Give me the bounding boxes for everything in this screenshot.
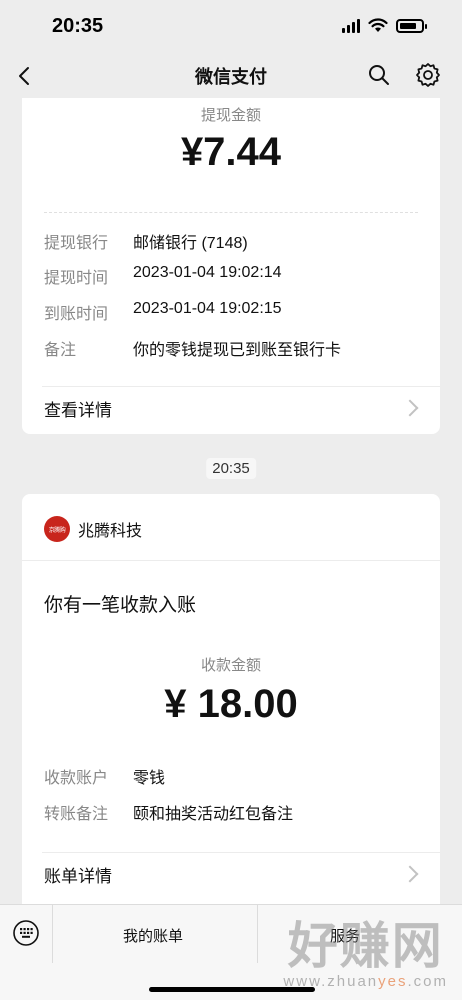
row-key: 提现时间 [44,270,109,287]
signal-icon [342,18,360,33]
divider [42,386,440,387]
view-details-link[interactable]: 查看详情 [44,396,420,420]
gear-icon[interactable] [414,61,442,89]
bill-details-link[interactable]: 账单详情 [44,862,420,886]
detail-row-bank: 提现银行 邮储银行 (7148) [44,229,420,253]
row-key: 到账时间 [44,306,109,323]
merchant-name: 兆腾科技 [78,523,143,540]
divider [42,852,440,853]
receipt-notice: 你有一笔收款入账 [44,595,197,616]
detail-row-withdraw-time: 提现时间 2023-01-04 19:02:14 [44,264,420,288]
status-time: 20:35 [52,15,104,37]
divider [22,560,440,561]
dashed-divider [44,212,418,213]
detail-row-transfer-remark: 转账备注 颐和抽奖活动红包备注 [44,800,420,824]
wifi-icon [368,18,388,32]
row-value: 颐和抽奖活动红包备注 [133,806,294,823]
detail-row-remark: 备注 你的零钱提现已到账至银行卡 [44,336,420,360]
view-details-label: 查看详情 [44,400,112,420]
bill-details-label: 账单详情 [44,866,112,886]
my-bills-menu[interactable]: 我的账单 [123,925,183,946]
battery-icon [396,18,427,33]
merchant-logo: 京腾购 [44,516,70,542]
keyboard-icon[interactable] [12,919,40,947]
receipt-amount: ¥ 18.00 [164,682,298,726]
services-menu[interactable]: 服务 [330,925,360,946]
row-key: 备注 [44,342,77,359]
row-value: 邮储银行 (7148) [133,235,248,252]
row-value: 你的零钱提现已到账至银行卡 [133,342,342,359]
detail-row-arrival-time: 到账时间 2023-01-04 19:02:15 [44,300,420,324]
row-key: 收款账户 [44,770,109,787]
row-value: 零钱 [133,770,166,787]
withdrawal-amount: ¥7.44 [180,130,282,174]
bottom-menu-bar: 我的账单 服务 [0,904,462,1000]
nav-bar: 微信支付 [0,52,462,98]
row-key: 提现银行 [44,235,109,252]
receipt-amount-label: 收款金额 [200,657,261,674]
chevron-right-icon [401,399,419,417]
withdrawal-amount-label: 提现金额 [200,107,261,124]
status-icons [342,18,427,33]
status-bar: 20:35 [0,0,462,52]
chevron-right-icon [401,865,419,883]
row-key: 转账备注 [44,806,109,823]
merchant-header[interactable]: 京腾购 兆腾科技 [44,516,142,542]
search-icon[interactable] [366,62,392,88]
detail-row-account: 收款账户 零钱 [44,764,420,788]
row-value: 2023-01-04 19:02:15 [133,300,282,317]
withdrawal-card: 提现金额 ¥7.44 提现银行 邮储银行 (7148) 提现时间 2023-01… [22,98,440,434]
home-indicator [149,987,315,992]
separator [52,905,53,963]
separator [257,905,258,963]
row-value: 2023-01-04 19:02:14 [133,264,282,281]
message-timestamp: 20:35 [206,458,256,479]
page-title: 微信支付 [195,67,267,87]
receipt-card: 京腾购 兆腾科技 你有一笔收款入账 收款金额 ¥ 18.00 收款账户 零钱 转… [22,494,440,904]
